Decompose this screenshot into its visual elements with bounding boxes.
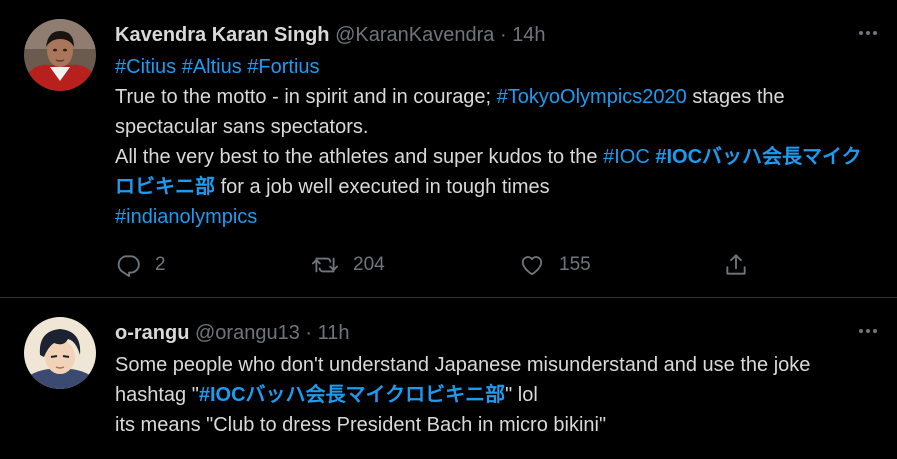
tweet-text-segment: its means "Club to dress President Bach … (115, 414, 607, 436)
hashtag-link[interactable]: #Altius (182, 56, 242, 78)
tweet-text-segment: for a job well executed in tough times (220, 176, 550, 198)
share-icon (723, 252, 749, 278)
hashtag-link[interactable]: #indianolympics (115, 206, 257, 228)
author-handle[interactable]: @orangu13 (195, 322, 300, 344)
hashtag-link[interactable]: #IOCバッハ会長マイクロビキニ部 (199, 384, 505, 406)
tweet-header: o-rangu @orangu13 · 11h (115, 320, 877, 346)
hashtag-link[interactable]: #Citius (115, 56, 176, 78)
avatar[interactable] (24, 317, 96, 389)
timestamp[interactable]: 14h (512, 24, 545, 46)
separator-dot: · (305, 322, 313, 344)
more-icon[interactable] (837, 316, 877, 346)
like-icon (519, 252, 545, 278)
author-name[interactable]: o-rangu (115, 322, 189, 344)
tweet[interactable]: o-rangu @orangu13 · 11h Some people who … (0, 298, 897, 459)
author-name[interactable]: Kavendra Karan Singh (115, 24, 330, 46)
like-button[interactable]: 155 (519, 252, 591, 278)
tweet-text-segment: True to the motto - in spirit and in cou… (115, 86, 492, 108)
tweet-actions: 2 204 155 (115, 252, 765, 282)
more-icon[interactable] (837, 18, 877, 48)
author-handle[interactable]: @KaranKavendra (335, 24, 494, 46)
retweet-icon (311, 252, 339, 278)
like-count: 155 (559, 254, 591, 275)
timestamp[interactable]: 11h (318, 322, 350, 344)
avatar[interactable] (24, 19, 96, 91)
tweet-header: Kavendra Karan Singh @KaranKavendra · 14… (115, 22, 877, 48)
tweet-text: #Citius #Altius #Fortius True to the mot… (115, 52, 877, 232)
reply-button[interactable]: 2 (115, 252, 166, 278)
hashtag-link[interactable]: #IOC (603, 146, 650, 168)
tweet-text-segment: All the very best to the athletes and su… (115, 146, 598, 168)
hashtag-link[interactable]: #TokyoOlympics2020 (497, 86, 687, 108)
share-button[interactable] (723, 252, 749, 278)
reply-icon (115, 252, 141, 278)
tweet-text-segment: " lol (505, 384, 538, 406)
retweet-button[interactable]: 204 (311, 252, 385, 278)
hashtag-link[interactable]: #Fortius (247, 56, 319, 78)
reply-count: 2 (155, 254, 166, 275)
tweet[interactable]: Kavendra Karan Singh @KaranKavendra · 14… (0, 0, 897, 298)
separator-dot: · (499, 24, 507, 46)
retweet-count: 204 (353, 254, 385, 275)
tweet-text: Some people who don't understand Japanes… (115, 350, 877, 440)
